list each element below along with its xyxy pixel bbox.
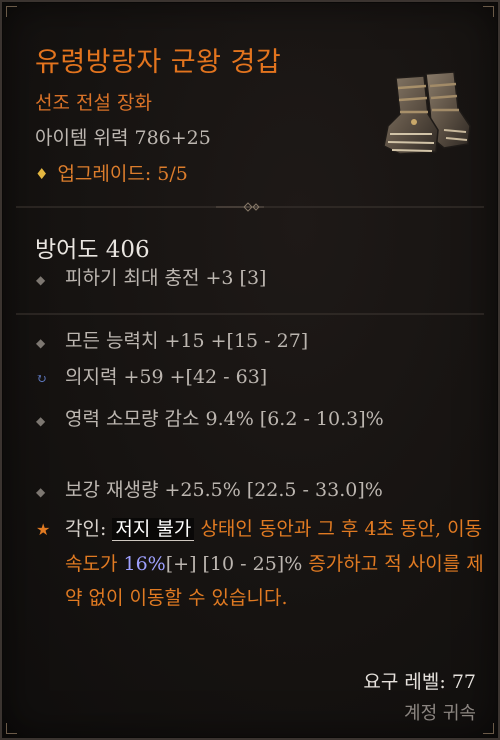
diamond-bullet-icon: ◆: [36, 414, 46, 428]
item-name: 유령방랑자 군왕 경갑: [35, 47, 282, 78]
diamond-bullet-icon: ◆: [36, 336, 46, 350]
section-divider: [16, 313, 484, 315]
item-type: 선조 전설 장화: [35, 92, 152, 114]
aspect-label: 각인:: [65, 518, 107, 540]
legendary-aspect: 각인: 저지 불가 상태인 동안과 그 후 4초 동안, 이동 속도가 16%[…: [65, 512, 485, 616]
item-tooltip: 유령방랑자 군왕 경갑 선조 전설 장화 아이템 위력 786+25 ♦ 업그레이…: [0, 0, 500, 740]
section-divider: [16, 202, 484, 212]
armor-value: 방어도 406: [35, 237, 150, 263]
upgrade-text: 업그레이드: 5/5: [57, 163, 188, 185]
affix-line: 모든 능력치 +15 +[15 - 27]: [65, 330, 309, 352]
frame-corner: [6, 723, 17, 734]
diamond-bullet-icon: ◆: [36, 273, 46, 287]
item-power: 아이템 위력 786+25: [35, 127, 211, 149]
required-level: 요구 레벨: 77: [363, 671, 476, 693]
aspect-keyword[interactable]: 저지 불가: [112, 518, 195, 541]
affix-line: 보강 재생량 +25.5% [22.5 - 33.0]%: [65, 479, 383, 501]
boots-icon: [383, 71, 471, 155]
affix-line: 의지력 +59 +[42 - 63]: [65, 366, 268, 388]
implicit-affix: 피하기 최대 충전 +3 [3]: [65, 267, 267, 289]
frame-corner: [483, 723, 494, 734]
account-bound: 계정 귀속: [404, 703, 476, 724]
diamond-bullet-icon: ◆: [36, 485, 46, 499]
refresh-bullet-icon: ↻: [36, 372, 47, 387]
diamond-gem-icon: ♦: [35, 165, 49, 183]
upgrade-status: ♦ 업그레이드: 5/5: [35, 159, 188, 186]
aspect-value: 16%: [123, 552, 166, 575]
affix-line: 영력 소모량 감소 9.4% [6.2 - 10.3]%: [65, 408, 384, 430]
aspect-range: [+] [10 - 25]%: [165, 552, 303, 575]
frame-corner: [6, 6, 17, 17]
frame-corner: [483, 6, 494, 17]
star-bullet-icon: ★: [36, 520, 51, 539]
